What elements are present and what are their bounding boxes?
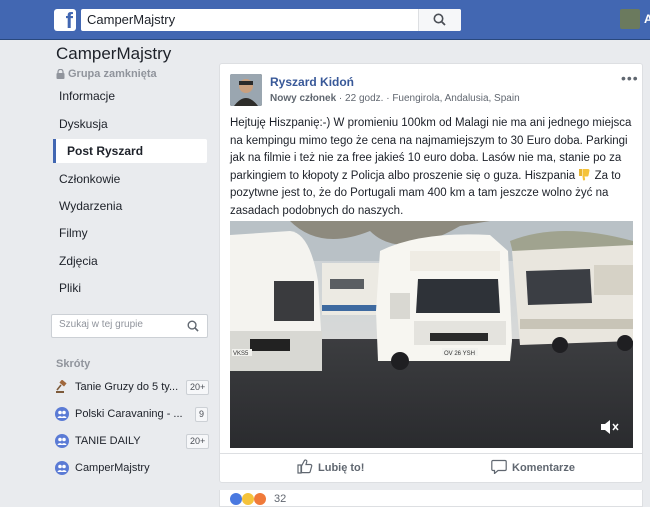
nav-item-informacje[interactable]: Informacje [53,84,207,108]
profile-name[interactable]: A [644,12,650,26]
nav-item-pliki[interactable]: Pliki [53,276,207,300]
license-plate-left-text: VKS5 [233,351,249,357]
shortcut-item[interactable]: CamperMajstry [53,459,210,479]
like-label: Lubię to! [318,462,365,474]
gavel-icon [56,380,67,393]
group-search-input[interactable] [59,319,179,330]
shortcuts-heading: Skróty [56,358,91,370]
post-location[interactable]: Fuengirola, Andalusia, Spain [392,93,519,104]
group-name[interactable]: CamperMajstry [56,44,171,64]
group-privacy: Grupa zamknięta [56,68,157,80]
shortcut-label: CamperMajstry [75,462,150,474]
mute-icon[interactable] [600,419,620,435]
comment-button[interactable]: Komentarze [491,459,575,475]
comment-icon [491,459,507,475]
member-badge: Nowy członek [270,93,337,104]
nav-item-post-ryszard[interactable]: Post Ryszard [53,139,207,163]
group-icon [55,461,69,475]
campers-scene: VKS5 OV 26 YSH [230,221,633,448]
angry-reaction-icon [254,493,266,505]
nav-item-czlonkowie[interactable]: Członkowie [53,167,207,191]
reactions-bar[interactable]: 32 [219,490,643,507]
shortcut-item[interactable]: TANIE DAILY 20+ [53,432,210,452]
shortcut-label: TANIE DAILY [75,435,141,447]
author-avatar[interactable] [230,74,262,106]
post-meta: Nowy członek · 22 godz. · Fuengirola, An… [270,93,520,104]
nav-item-filmy[interactable]: Filmy [53,221,207,245]
group-icon [55,434,69,448]
thumbs-up-icon [297,459,313,474]
facebook-logo[interactable]: f [54,8,76,33]
post-actions: Lubię to! Komentarze [220,453,642,482]
notification-badge: 20+ [186,434,210,449]
nav-item-zdjecia[interactable]: Zdjęcia [53,249,207,273]
reaction-count: 32 [274,493,287,505]
comment-label: Komentarze [512,462,575,474]
author-name[interactable]: Ryszard Kidoń [270,75,354,89]
post-text: Hejtuję Hiszpanię:-) W promieniu 100km o… [230,117,632,217]
post-photo[interactable]: VKS5 OV 26 YSH [230,221,633,448]
group-search-box [51,314,208,338]
search-box [81,9,461,31]
profile-avatar[interactable] [620,9,640,29]
thumbs-down-emoji [579,168,590,180]
more-options-button[interactable]: ••• [621,70,639,86]
shortcut-label: Tanie Gruzy do 5 ty... [75,381,179,393]
search-input[interactable] [87,12,417,27]
notification-badge: 9 [195,407,209,422]
like-reaction-icon [230,493,242,505]
like-button[interactable]: Lubię to! [297,459,364,474]
search-button[interactable] [418,9,461,31]
shortcut-item[interactable]: Tanie Gruzy do 5 ty... 20+ [53,378,210,398]
notification-badge: 20+ [186,380,210,395]
post-time[interactable]: 22 godz. [345,93,383,104]
post-card: Ryszard Kidoń Nowy członek · 22 godz. · … [219,63,643,483]
group-icon [55,407,69,421]
shortcut-label: Polski Caravaning - ... [75,408,183,420]
shortcut-item[interactable]: Polski Caravaning - ... 9 [53,405,210,425]
haha-reaction-icon [242,493,254,505]
nav-item-dyskusja[interactable]: Dyskusja [53,112,207,136]
search-icon [433,13,446,26]
search-icon[interactable] [187,320,199,332]
nav-item-wydarzenia[interactable]: Wydarzenia [53,194,207,218]
lock-icon [56,68,65,79]
top-navigation-bar: f A [0,0,650,40]
license-plate-center-text: OV 26 YSH [444,351,475,357]
